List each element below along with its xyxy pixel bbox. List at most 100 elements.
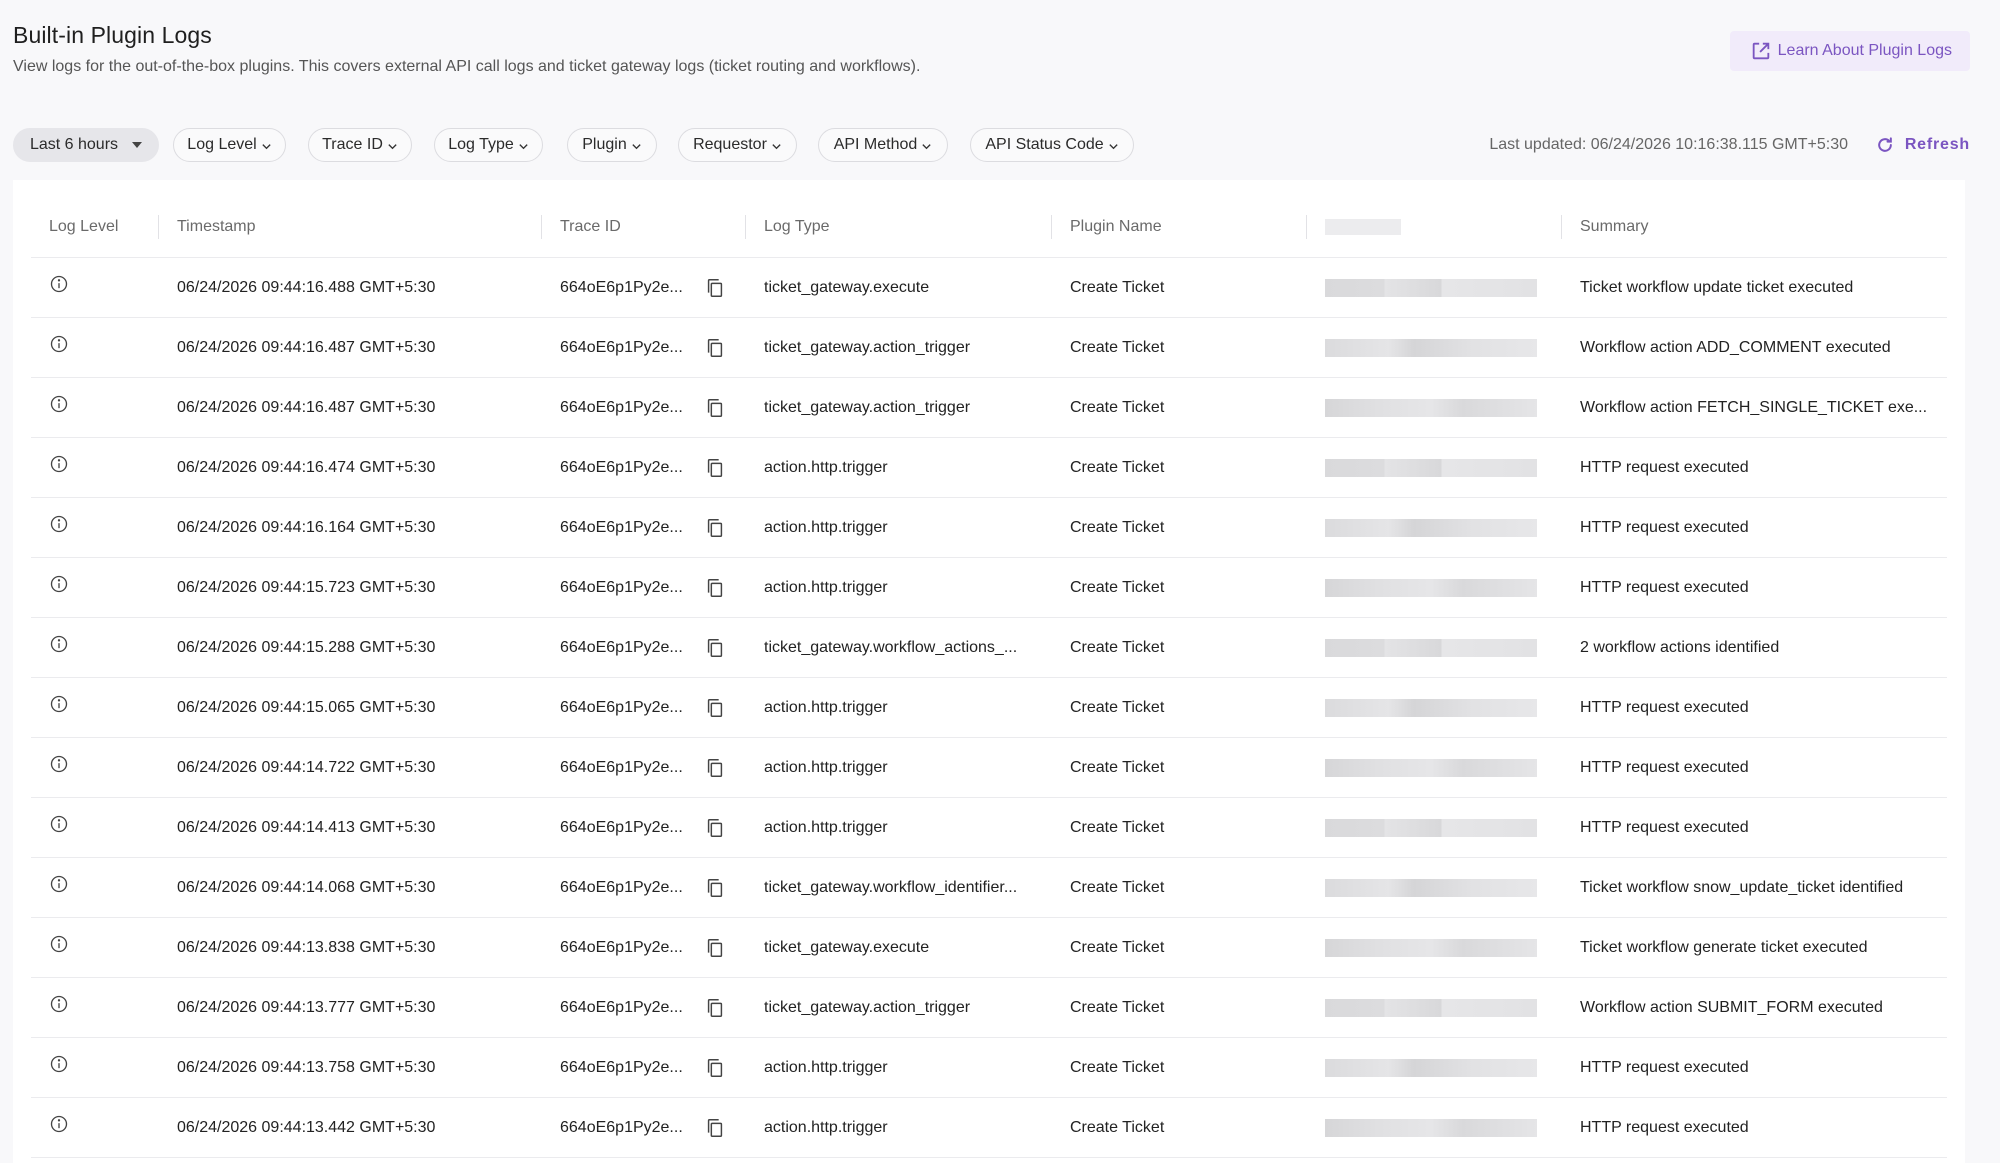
log-level-cell xyxy=(31,1097,159,1158)
api-status-code-filter[interactable]: API Status Code xyxy=(970,128,1134,162)
chevron-down-icon xyxy=(632,143,641,149)
plugin-name-cell: Create Ticket xyxy=(1052,857,1307,918)
info-circle-icon[interactable] xyxy=(49,934,69,954)
log-level-cell xyxy=(31,797,159,858)
summary-cell: Ticket workflow generate ticket executed xyxy=(1562,917,1947,978)
column-header-log-level[interactable]: Log Level xyxy=(31,197,159,258)
learn-button-label: Learn About Plugin Logs xyxy=(1777,42,1952,59)
info-circle-icon[interactable] xyxy=(49,754,69,774)
table-row[interactable]: 06/24/2026 09:44:14.722 GMT+5:30 664oE6p1… xyxy=(31,737,1947,798)
column-header-plugin-name[interactable]: Plugin Name xyxy=(1052,197,1307,258)
plugin-name-cell: Create Ticket xyxy=(1052,617,1307,678)
info-circle-icon[interactable] xyxy=(49,274,69,294)
column-header-log-type[interactable]: Log Type xyxy=(746,197,1052,258)
redacted-block xyxy=(1325,578,1537,597)
copy-icon[interactable] xyxy=(704,577,726,599)
log-level-filter[interactable]: Log Level xyxy=(173,128,286,162)
info-circle-icon[interactable] xyxy=(49,1114,69,1134)
trace-id-filter[interactable]: Trace ID xyxy=(308,128,412,162)
table-row[interactable]: 06/24/2026 09:44:14.413 GMT+5:30 664oE6p1… xyxy=(31,797,1947,858)
plugin-filter[interactable]: Plugin xyxy=(567,128,657,162)
column-header-summary[interactable]: Summary xyxy=(1562,197,1947,258)
copy-icon[interactable] xyxy=(704,397,726,419)
timestamp-cell: 06/24/2026 09:44:14.413 GMT+5:30 xyxy=(159,797,542,858)
info-circle-icon[interactable] xyxy=(49,994,69,1014)
redacted-block xyxy=(1325,398,1537,417)
info-circle-icon[interactable] xyxy=(49,454,69,474)
info-circle-icon[interactable] xyxy=(49,694,69,714)
trace-id-text: 664oE6p1Py2e... xyxy=(560,1058,683,1076)
table-row[interactable]: 06/24/2026 09:44:14.068 GMT+5:30 664oE6p1… xyxy=(31,857,1947,918)
table-row[interactable]: 06/24/2026 09:44:16.487 GMT+5:30 664oE6p1… xyxy=(31,377,1947,438)
info-circle-icon[interactable] xyxy=(49,634,69,654)
copy-icon[interactable] xyxy=(704,697,726,719)
api-method-filter-label: API Method xyxy=(833,136,918,153)
table-row[interactable]: 06/24/2026 09:44:15.723 GMT+5:30 664oE6p1… xyxy=(31,557,1947,618)
requestor-filter[interactable]: Requestor xyxy=(678,128,797,162)
copy-icon[interactable] xyxy=(704,757,726,779)
info-circle-icon[interactable] xyxy=(49,514,69,534)
table-row[interactable]: 06/24/2026 09:44:15.065 GMT+5:30 664oE6p1… xyxy=(31,677,1947,738)
trace-id-text: 664oE6p1Py2e... xyxy=(560,278,683,296)
copy-icon[interactable] xyxy=(704,337,726,359)
table-row[interactable]: 06/24/2026 09:44:13.777 GMT+5:30 664oE6p1… xyxy=(31,977,1947,1038)
log-level-cell xyxy=(31,617,159,678)
trace-id-text: 664oE6p1Py2e... xyxy=(560,398,683,416)
plugin-name-cell: Create Ticket xyxy=(1052,557,1307,618)
table-row[interactable]: 06/24/2026 09:44:13.758 GMT+5:30 664oE6p1… xyxy=(31,1037,1947,1098)
log-type-filter[interactable]: Log Type xyxy=(434,128,543,162)
table-row[interactable]: 06/24/2026 09:44:16.487 GMT+5:30 664oE6p1… xyxy=(31,317,1947,378)
trace-id-text: 664oE6p1Py2e... xyxy=(560,638,683,656)
refresh-button[interactable]: Refresh xyxy=(1875,132,1970,158)
timestamp-cell: 06/24/2026 09:44:16.164 GMT+5:30 xyxy=(159,497,542,558)
info-circle-icon[interactable] xyxy=(49,874,69,894)
copy-icon[interactable] xyxy=(704,877,726,899)
copy-icon[interactable] xyxy=(704,937,726,959)
redacted-cell xyxy=(1307,377,1562,438)
copy-icon[interactable] xyxy=(704,517,726,539)
table-row[interactable]: 06/24/2026 09:44:16.164 GMT+5:30 664oE6p1… xyxy=(31,497,1947,558)
summary-cell: HTTP request executed xyxy=(1562,737,1947,798)
timestamp-cell: 06/24/2026 09:44:15.288 GMT+5:30 xyxy=(159,617,542,678)
copy-icon[interactable] xyxy=(704,997,726,1019)
redacted-cell xyxy=(1307,497,1562,558)
log-type-cell: action.http.trigger xyxy=(746,557,1052,618)
copy-icon[interactable] xyxy=(704,1117,726,1139)
column-header-trace-id[interactable]: Trace ID xyxy=(542,197,746,258)
plugin-filter-label: Plugin xyxy=(582,136,627,153)
copy-icon[interactable] xyxy=(704,277,726,299)
log-type-cell: ticket_gateway.workflow_identifier... xyxy=(746,857,1052,918)
table-row[interactable]: 06/24/2026 09:44:13.838 GMT+5:30 664oE6p1… xyxy=(31,917,1947,978)
table-row[interactable]: 06/24/2026 09:44:16.474 GMT+5:30 664oE6p1… xyxy=(31,437,1947,498)
info-circle-icon[interactable] xyxy=(49,814,69,834)
info-circle-icon[interactable] xyxy=(49,1054,69,1074)
redacted-cell xyxy=(1307,737,1562,798)
timestamp-cell: 06/24/2026 09:44:15.723 GMT+5:30 xyxy=(159,557,542,618)
copy-icon[interactable] xyxy=(704,1057,726,1079)
copy-icon[interactable] xyxy=(704,637,726,659)
redacted-cell xyxy=(1307,617,1562,678)
table-row[interactable]: 06/24/2026 09:44:13.442 GMT+5:30 664oE6p1… xyxy=(31,1097,1947,1158)
time-range-select[interactable]: Last 6 hours xyxy=(13,128,159,162)
api-method-filter[interactable]: API Method xyxy=(818,128,948,162)
info-circle-icon[interactable] xyxy=(49,394,69,414)
summary-cell: Workflow action SUBMIT_FORM executed xyxy=(1562,977,1947,1038)
column-header-timestamp[interactable]: Timestamp xyxy=(159,197,542,258)
time-range-label: Last 6 hours xyxy=(29,136,119,153)
timestamp-cell: 06/24/2026 09:44:15.065 GMT+5:30 xyxy=(159,677,542,738)
trace-id-cell: 664oE6p1Py2e... xyxy=(542,977,746,1038)
table-row[interactable]: 06/24/2026 09:44:15.288 GMT+5:30 664oE6p1… xyxy=(31,617,1947,678)
info-circle-icon[interactable] xyxy=(49,574,69,594)
copy-icon[interactable] xyxy=(704,457,726,479)
learn-about-plugin-logs-button[interactable]: Learn About Plugin Logs xyxy=(1729,31,1970,71)
table-row[interactable]: 06/24/2026 09:44:16.488 GMT+5:30 664oE6p1… xyxy=(31,257,1947,318)
copy-icon[interactable] xyxy=(704,817,726,839)
timestamp-cell: 06/24/2026 09:44:16.474 GMT+5:30 xyxy=(159,437,542,498)
chevron-down-icon xyxy=(922,143,931,149)
info-circle-icon[interactable] xyxy=(49,334,69,354)
plugin-name-cell: Create Ticket xyxy=(1052,797,1307,858)
column-header-redacted[interactable] xyxy=(1307,197,1562,258)
summary-cell: HTTP request executed xyxy=(1562,1037,1947,1098)
log-level-cell xyxy=(31,557,159,618)
redacted-block xyxy=(1325,278,1537,297)
